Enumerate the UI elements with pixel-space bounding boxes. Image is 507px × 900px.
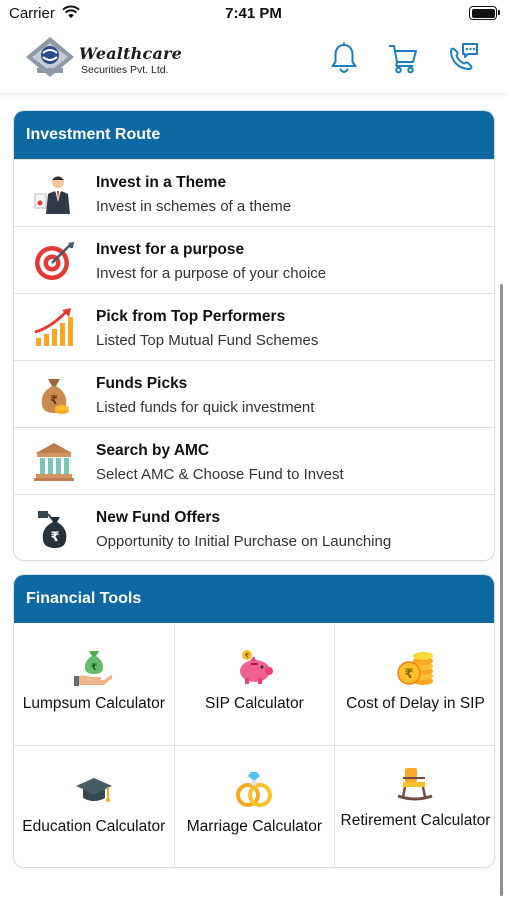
status-bar: Carrier 7:41 PM [0, 0, 507, 28]
scrollbar[interactable] [500, 284, 503, 896]
route-item-subtitle: Select AMC & Choose Fund to Invest [96, 466, 344, 483]
investment-route-title: Investment Route [14, 111, 494, 159]
route-item-subtitle: Listed Top Mutual Fund Schemes [96, 332, 319, 349]
tool-education-calculator[interactable]: Education Calculator [14, 746, 175, 867]
brand-name: Wealthcare [79, 44, 183, 63]
tool-retirement-calculator[interactable]: Retirement Calculator [335, 746, 494, 867]
tool-label: Lumpsum Calculator [22, 695, 165, 712]
investment-route-card: Investment Route Invest in a Theme Inves… [13, 110, 495, 561]
route-item-subtitle: Listed funds for quick investment [96, 399, 315, 416]
graduation-cap-icon [75, 778, 112, 802]
piggy-bank-icon: ₹ [240, 650, 274, 684]
tool-cost-of-delay-in-sip[interactable]: ₹ Cost of Delay in SIP [335, 623, 494, 746]
financial-tools-title: Financial Tools [14, 575, 494, 623]
rupee-bag-icon: ₹ [38, 511, 67, 548]
rocking-chair-icon [397, 768, 433, 801]
businessman-icon [34, 176, 70, 214]
tool-sip-calculator[interactable]: ₹ SIP Calculator [174, 623, 336, 746]
tool-label: Marriage Calculator [186, 818, 323, 835]
route-item-title: New Fund Offers [96, 509, 221, 526]
battery-icon [469, 6, 500, 20]
route-item-title: Pick from Top Performers [96, 308, 286, 325]
tool-label: Retirement Calculator [340, 812, 491, 829]
route-item-top-performers[interactable]: Pick from Top Performers Listed Top Mutu… [14, 293, 494, 360]
tool-label: Education Calculator [22, 818, 166, 835]
svg-text:₹: ₹ [91, 663, 97, 673]
tool-lumpsum-calculator[interactable]: ₹ Lumpsum Calculator [14, 623, 175, 746]
brand-logo[interactable]: Wealthcare Securities Pvt. Ltd. [24, 35, 184, 83]
route-item-subtitle: Invest in schemes of a theme [96, 198, 292, 215]
tool-label: SIP Calculator [204, 695, 304, 712]
target-icon [35, 242, 74, 280]
svg-text:₹: ₹ [50, 393, 58, 407]
route-item-funds-picks[interactable]: ₹ Funds Picks Listed funds for quick inv… [14, 360, 494, 427]
route-item-subtitle: Invest for a purpose of your choice [96, 265, 327, 282]
wedding-rings-icon [236, 772, 273, 807]
hand-money-icon: ₹ [73, 651, 113, 686]
route-item-new-fund-offers[interactable]: ₹ New Fund Offers Opportunity to Initial… [14, 494, 494, 560]
cart-icon[interactable] [386, 41, 420, 75]
financial-tools-card: Financial Tools ₹ Lumpsum Calculator ₹ S… [13, 574, 495, 868]
bank-building-icon [34, 443, 74, 481]
svg-text:₹: ₹ [405, 667, 414, 682]
status-time: 7:41 PM [225, 5, 282, 22]
support-chat-icon[interactable] [446, 41, 480, 75]
svg-text:₹: ₹ [50, 530, 59, 545]
growth-chart-icon [34, 308, 73, 346]
tools-grid: ₹ Lumpsum Calculator ₹ SIP Calculator ₹ … [14, 623, 494, 867]
route-item-title: Funds Picks [96, 375, 188, 392]
route-item-subtitle: Opportunity to Initial Purchase on Launc… [96, 533, 392, 550]
route-item-title: Invest in a Theme [96, 174, 227, 191]
logo-mark-icon [26, 37, 74, 77]
tool-label: Cost of Delay in SIP [346, 695, 485, 712]
route-item-purpose[interactable]: Invest for a purpose Invest for a purpos… [14, 226, 494, 293]
tool-marriage-calculator[interactable]: Marriage Calculator [175, 746, 336, 867]
bell-icon[interactable] [327, 41, 361, 75]
money-bag-icon: ₹ [41, 379, 69, 414]
app-header: Wealthcare Securities Pvt. Ltd. [0, 28, 507, 94]
route-item-title: Search by AMC [96, 442, 210, 459]
route-item-title: Invest for a purpose [96, 241, 245, 258]
svg-text:₹: ₹ [245, 652, 250, 660]
route-item-search-amc[interactable]: Search by AMC Select AMC & Choose Fund t… [14, 427, 494, 494]
route-item-theme[interactable]: Invest in a Theme Invest in schemes of a… [14, 159, 494, 226]
brand-subtitle: Securities Pvt. Ltd. [81, 64, 169, 76]
coin-stack-icon: ₹ [397, 652, 434, 685]
